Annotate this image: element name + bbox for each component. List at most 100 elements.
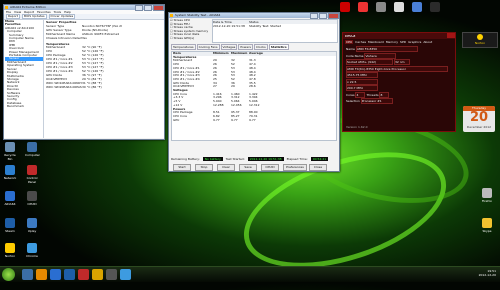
- clock-date[interactable]: 2012-12-20: [479, 273, 496, 277]
- app-icon[interactable]: [356, 2, 370, 13]
- app-icon[interactable]: [410, 2, 424, 13]
- tab-spd[interactable]: SPD: [400, 40, 406, 44]
- cores-field: 4: [355, 91, 366, 98]
- app-icon[interactable]: [428, 2, 442, 13]
- report-button[interactable]: Report: [6, 14, 20, 19]
- app-icon[interactable]: [338, 2, 352, 13]
- cpu-name-field: AMD FX-8350: [355, 46, 418, 52]
- system-tray: 19:51 2012-12-20: [479, 269, 496, 277]
- close-button[interactable]: [328, 13, 339, 19]
- tab-cpu[interactable]: CPU: [345, 40, 354, 44]
- tab-cooling-fans[interactable]: Cooling Fans: [196, 44, 220, 50]
- desktop-icon[interactable]: CPUID: [25, 191, 39, 206]
- tab-caches[interactable]: Caches: [355, 40, 366, 44]
- battery-value: No battery: [202, 157, 223, 161]
- tab-about[interactable]: About: [423, 40, 432, 44]
- cpuz-version: Version 1.62.0: [346, 125, 368, 129]
- elapsed-value: 00:54:21: [310, 157, 329, 161]
- save-button[interactable]: Save: [239, 164, 257, 171]
- maximize-button[interactable]: [319, 13, 327, 19]
- status-bar: Remaining Battery: No battery Test Start…: [171, 157, 329, 161]
- aida64-icon: [5, 6, 8, 9]
- desktop-icon[interactable]: Network: [3, 165, 17, 180]
- table-row: GPU 9.77 9.77 9.77: [173, 118, 256, 122]
- taskbar-app-icon[interactable]: [78, 269, 89, 280]
- tree-item[interactable]: Benchmark: [5, 105, 43, 108]
- stress-options: ☑ Stress CPU ☑ Stress FPU ☐ Stress cache…: [170, 18, 210, 43]
- bus-speed-field: 200.7 MHz: [346, 85, 378, 91]
- start-time-value: 2012-12-20 19:51:38: [247, 157, 284, 161]
- bios-updates-button[interactable]: BIOS Updates: [21, 14, 47, 19]
- desktop-icon[interactable]: AIDA64: [3, 191, 17, 206]
- taskbar-app-icon[interactable]: [22, 269, 33, 280]
- tab-statistics[interactable]: Statistics: [268, 44, 289, 50]
- tab-voltages[interactable]: Voltages: [220, 44, 238, 50]
- tab-temperatures[interactable]: Temperatures: [171, 44, 196, 50]
- taskbar-app-icon[interactable]: [120, 269, 131, 280]
- desktop-icon[interactable]: Recycle Bin: [3, 142, 17, 161]
- stability-titlebar[interactable]: System Stability Test - AIDA64: [169, 13, 339, 19]
- tab-graphics[interactable]: Graphics: [408, 40, 421, 44]
- desktop-icon[interactable]: Computer: [25, 142, 40, 157]
- multiplier-field: x 22.5: [346, 78, 378, 85]
- preferences-button[interactable]: Preferences: [283, 164, 307, 171]
- driver-updates-button[interactable]: Driver Updates: [48, 14, 76, 19]
- minimize-button[interactable]: [135, 5, 143, 11]
- desktop-icon[interactable]: Chrome: [25, 243, 39, 258]
- prop-row: Chassis Intrusion DetectedYes: [46, 36, 87, 40]
- desktop-icon[interactable]: Norton: [3, 243, 17, 258]
- norton-logo-icon: [477, 34, 483, 40]
- norton-gadget[interactable]: Norton: [462, 32, 498, 48]
- aida64-window[interactable]: AIDA64 Extreme Edition File View Report …: [3, 4, 165, 140]
- close-dialog-button[interactable]: Close: [309, 164, 327, 171]
- start-button[interactable]: Start: [173, 164, 191, 171]
- cpuz-window[interactable]: CPU-Z CPU Caches Mainboard Memory SPD Gr…: [342, 32, 456, 132]
- clear-button[interactable]: Clear: [217, 164, 235, 171]
- desktop-icon[interactable]: Control Panel: [25, 165, 39, 184]
- tab-clocks[interactable]: Clocks: [254, 44, 268, 50]
- tech-field: 32 nm: [393, 59, 410, 65]
- processor-select[interactable]: Processor #1: [360, 98, 393, 104]
- minimize-button[interactable]: [310, 13, 318, 19]
- desktop-icon[interactable]: Skype: [480, 218, 494, 233]
- log-row: 2012-12-20 19:51:38 Stability Test: Star…: [213, 24, 282, 28]
- taskbar-app-icon[interactable]: [92, 269, 103, 280]
- stability-test-window[interactable]: System Stability Test - AIDA64 ☑ Stress …: [168, 12, 340, 172]
- desktop-icon[interactable]: Uplay: [25, 218, 39, 233]
- codename-field: Vishera: [364, 52, 397, 59]
- event-log: Date & Time Status 2012-12-20 19:51:38 S…: [212, 19, 338, 43]
- stability-icon: [170, 14, 173, 17]
- calendar-gadget[interactable]: Thursday 20 December 2012: [463, 106, 495, 132]
- calendar-month: December 2012: [466, 125, 492, 129]
- aida64-titlebar[interactable]: AIDA64 Extreme Edition: [4, 5, 164, 11]
- close-button[interactable]: [447, 33, 455, 38]
- taskbar-app-icon[interactable]: [50, 269, 61, 280]
- threads-field: 8: [379, 91, 390, 98]
- stress-gpu-checkbox[interactable]: ☐ Stress GPU(s): [170, 36, 210, 41]
- stop-button[interactable]: Stop: [195, 164, 213, 171]
- tab-powers[interactable]: Powers: [238, 44, 253, 50]
- package-field: Socket AM3+ (942): [346, 59, 393, 65]
- app-icon[interactable]: [392, 2, 406, 13]
- aida64-tree[interactable]: Menu Favorites AIDA64 v2.60.2100 Compute…: [4, 20, 44, 138]
- maximize-button[interactable]: [144, 5, 152, 11]
- cpuid-button[interactable]: CPUID: [261, 164, 279, 171]
- app-icon[interactable]: [374, 2, 388, 13]
- taskbar-app-icon[interactable]: [64, 269, 75, 280]
- aida64-details: Sensor Properties Sensor Type Nuvoton NCT…: [44, 20, 164, 138]
- taskbar-app-icon[interactable]: [106, 269, 117, 280]
- prop-row: WDC WD20EARX-00PASB0 30 °C (86 °F): [46, 85, 102, 89]
- desktop-icon[interactable]: Steam: [3, 218, 17, 233]
- taskbar: 19:51 2012-12-20: [0, 266, 500, 282]
- tab-mainboard[interactable]: Mainboard: [368, 40, 384, 44]
- statistics-table: Item Minimum Maximum Average Temperatures M…: [171, 51, 337, 141]
- desktop-icon[interactable]: Firefox: [480, 188, 494, 203]
- core-speed-field: 4515.75 MHz: [346, 72, 378, 78]
- tab-memory[interactable]: Memory: [386, 40, 398, 44]
- stability-tabs: Temperatures Cooling Fans Voltages Power…: [169, 44, 339, 50]
- cpuz-body: Name AMD FX-8350 Code Name Vishera Socke…: [343, 45, 455, 106]
- taskbar-app-icon[interactable]: [36, 269, 47, 280]
- close-button[interactable]: [153, 5, 164, 11]
- start-button[interactable]: [2, 268, 15, 281]
- weather-label: Norton: [474, 41, 486, 45]
